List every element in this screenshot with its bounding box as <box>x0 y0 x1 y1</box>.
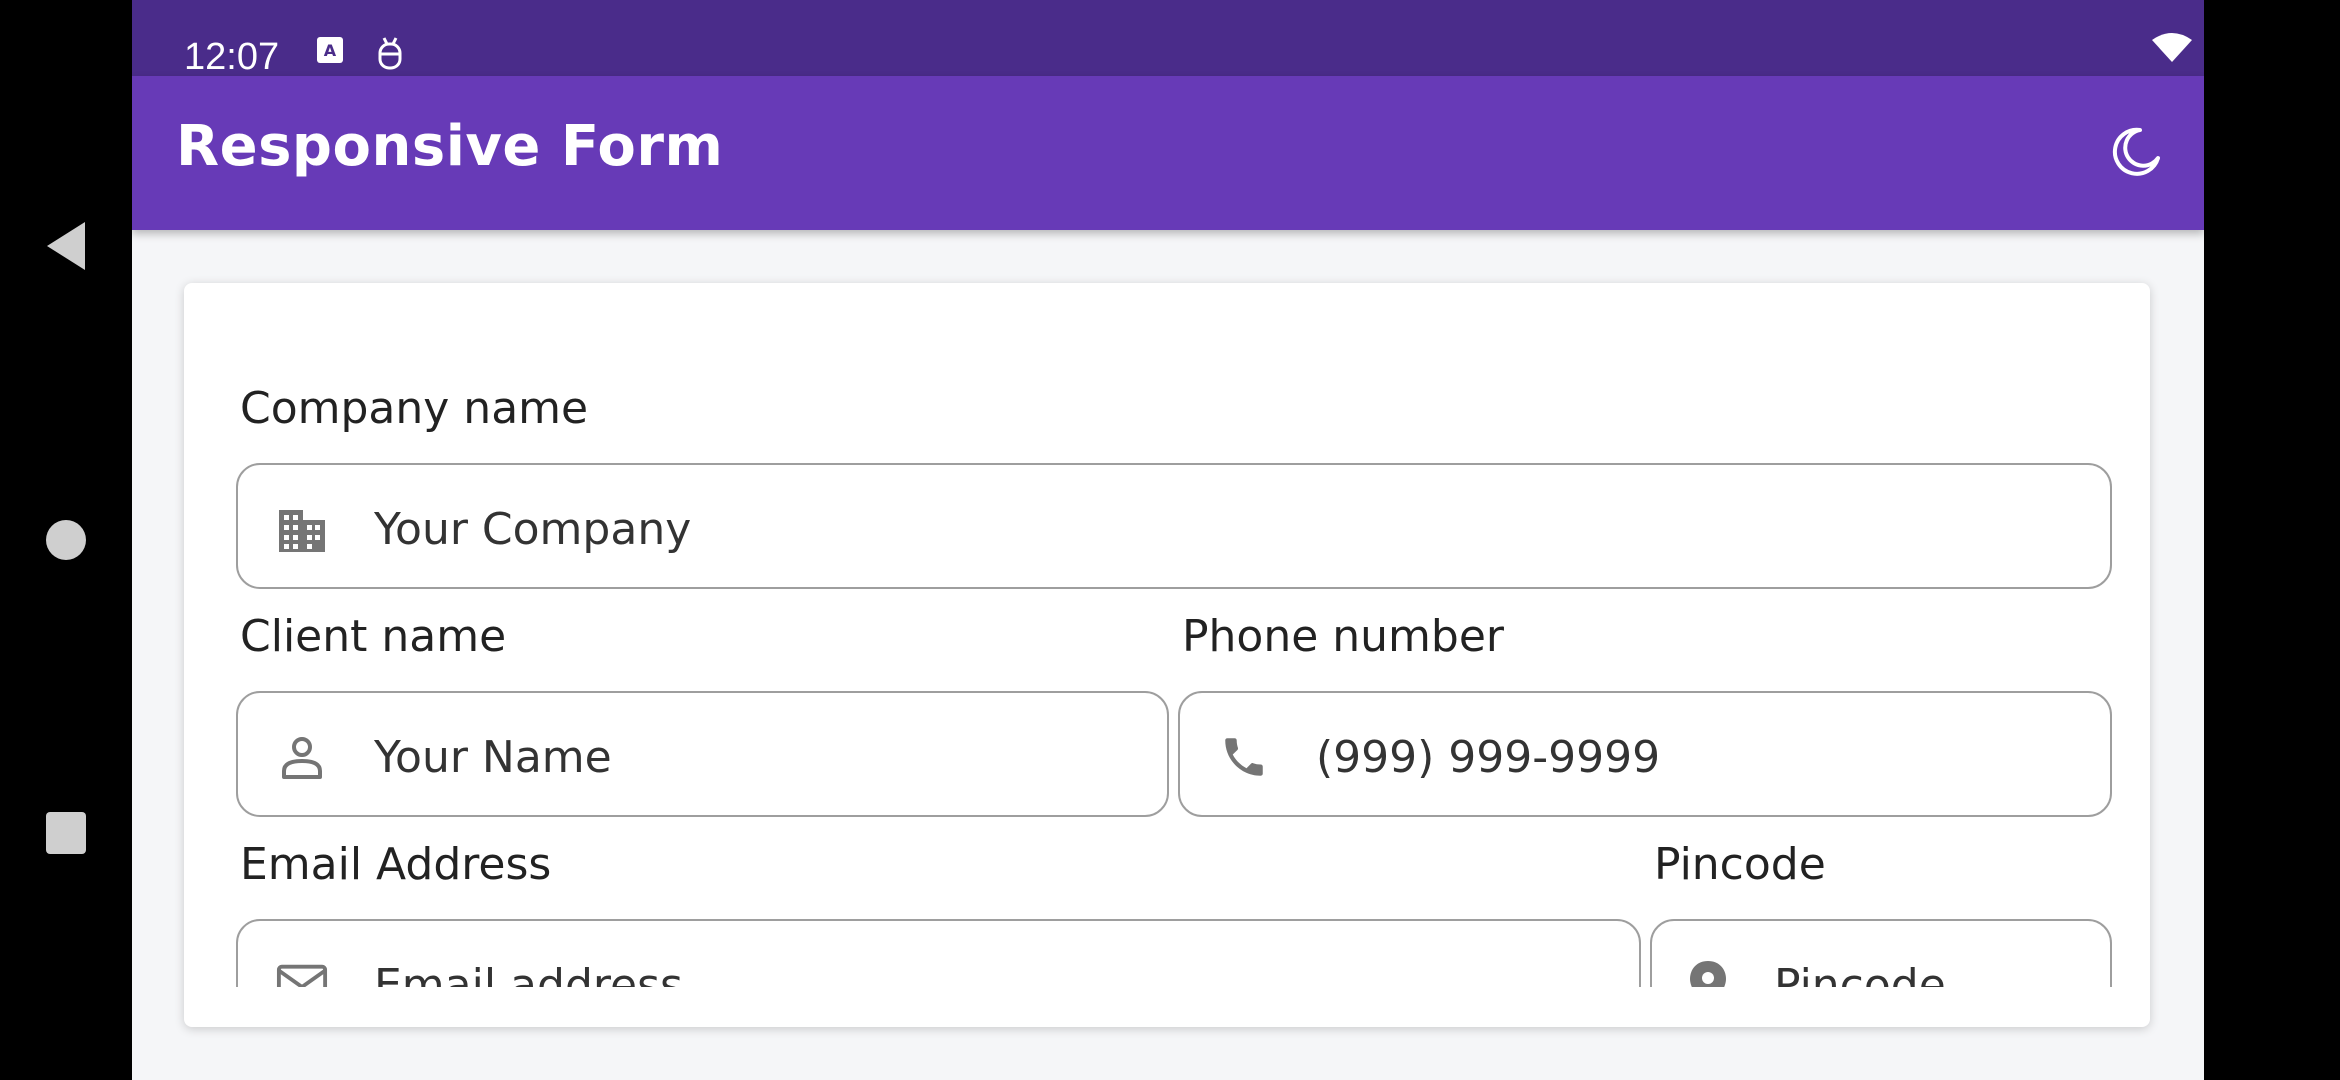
recents-icon <box>46 812 86 854</box>
home-icon <box>46 520 86 560</box>
client-name-input[interactable] <box>372 717 1145 797</box>
status-bar: 12:07 A <box>132 0 2204 78</box>
phone-number-input[interactable] <box>1314 717 2088 797</box>
right-inset <box>2204 0 2340 1080</box>
mail-icon <box>276 959 328 987</box>
client-name-label: Client name <box>240 611 507 662</box>
email-address-label: Email Address <box>240 839 552 890</box>
pincode-label: Pincode <box>1654 839 1826 890</box>
building-icon <box>276 503 328 555</box>
pincode-input[interactable] <box>1772 945 2096 987</box>
back-button[interactable] <box>0 196 132 296</box>
moon-icon <box>2110 126 2162 182</box>
back-icon <box>47 222 85 270</box>
phone-number-field[interactable] <box>1178 691 2112 817</box>
debug-notification-icon <box>376 36 404 76</box>
app-screen: 12:07 A Responsive Form Company name You… <box>132 0 2204 1080</box>
status-time: 12:07 <box>184 36 280 78</box>
pincode-field[interactable] <box>1650 919 2112 987</box>
phone-icon <box>1218 731 1270 783</box>
wifi-icon <box>2152 32 2192 68</box>
keyboard-notification-icon: A <box>316 36 344 68</box>
recents-button[interactable] <box>0 783 132 883</box>
email-address-input[interactable] <box>372 945 1617 987</box>
home-button[interactable] <box>0 490 132 590</box>
location-pin-icon <box>1682 959 1734 987</box>
company-name-label: Company name <box>240 383 589 434</box>
company-name-input[interactable] <box>372 489 2088 569</box>
form-card: Company name Your Company Client name Yo… <box>184 283 2150 1027</box>
theme-toggle-button[interactable] <box>2106 124 2166 184</box>
system-navigation-bar <box>0 0 132 1080</box>
svg-text:A: A <box>324 41 337 60</box>
app-title: Responsive Form <box>176 114 724 179</box>
email-address-field[interactable] <box>236 919 1641 987</box>
app-bar: Responsive Form <box>132 76 2204 230</box>
client-name-field[interactable] <box>236 691 1169 817</box>
person-icon <box>276 731 328 783</box>
phone-number-label: Phone number <box>1182 611 1505 662</box>
company-name-field[interactable] <box>236 463 2112 589</box>
